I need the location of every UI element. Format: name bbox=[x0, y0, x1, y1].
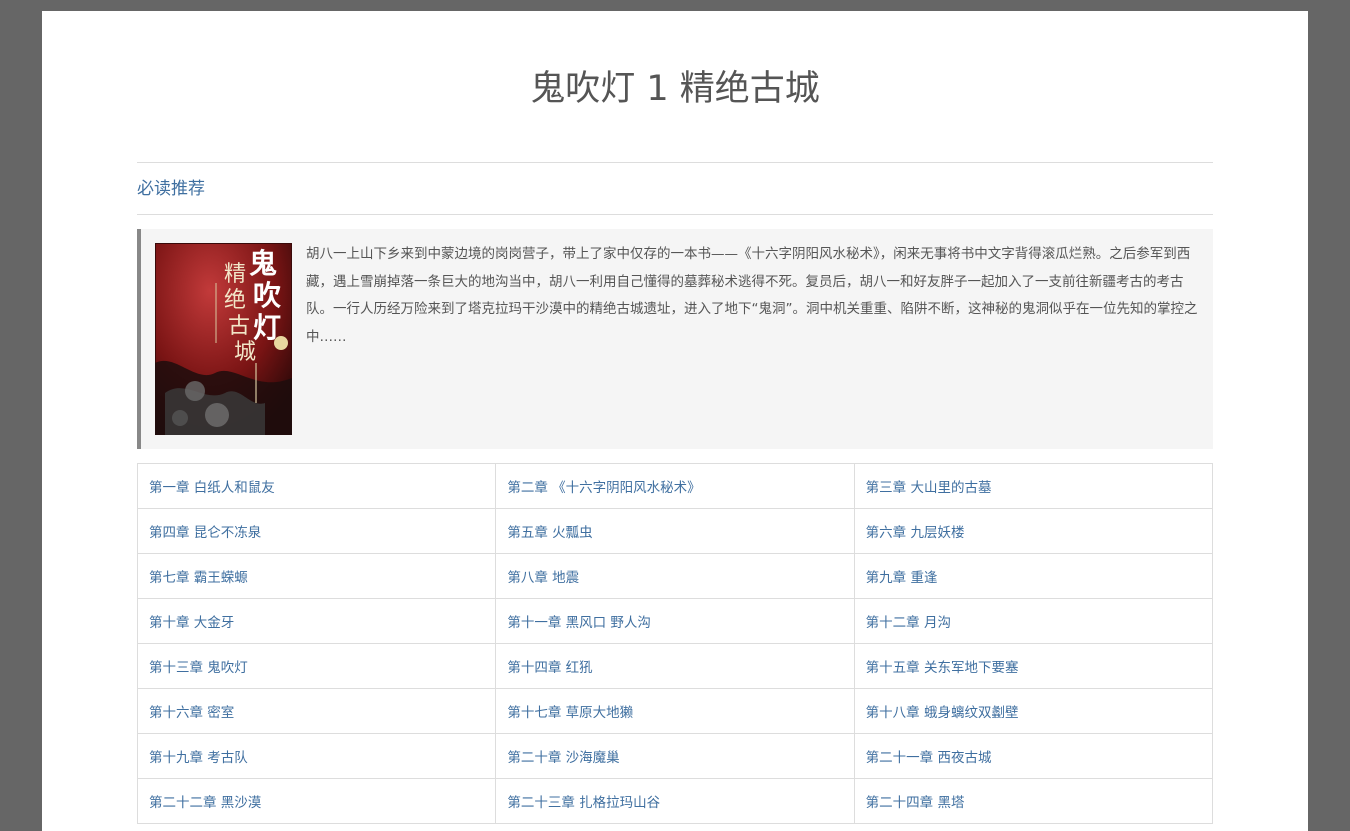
chapter-cell: 第二十二章 黑沙漠 bbox=[136, 778, 497, 824]
cover-char-4: 精 bbox=[224, 262, 246, 287]
cover-char-6: 古 bbox=[228, 314, 250, 339]
chapter-link[interactable]: 第十五章 关东军地下要塞 bbox=[866, 660, 1019, 676]
chapter-cell: 第十五章 关东军地下要塞 bbox=[853, 643, 1214, 689]
chapter-link[interactable]: 第十七章 草原大地獭 bbox=[507, 705, 633, 721]
chapter-cell: 第十三章 鬼吹灯 bbox=[136, 643, 497, 689]
chapter-link[interactable]: 第十一章 黑风口 野人沟 bbox=[507, 615, 651, 631]
chapter-link[interactable]: 第五章 火瓢虫 bbox=[507, 525, 592, 541]
chapter-link[interactable]: 第一章 白纸人和鼠友 bbox=[149, 480, 275, 496]
chapter-link[interactable]: 第二十一章 西夜古城 bbox=[866, 750, 992, 766]
chapter-cell: 第十二章 月沟 bbox=[853, 598, 1214, 644]
chapter-cell: 第一章 白纸人和鼠友 bbox=[136, 463, 497, 509]
chapter-row: 第七章 霸王蝾螈 第八章 地震 第九章 重逢 bbox=[136, 553, 1214, 599]
chapter-link[interactable]: 第七章 霸王蝾螈 bbox=[149, 570, 248, 586]
divider-top bbox=[137, 162, 1213, 163]
chapter-link[interactable]: 第十章 大金牙 bbox=[149, 615, 234, 631]
chapter-link[interactable]: 第十四章 红犼 bbox=[507, 660, 592, 676]
chapter-link[interactable]: 第二十四章 黑塔 bbox=[866, 795, 965, 811]
chapter-link[interactable]: 第二章 《十六字阴阳风水秘术》 bbox=[507, 480, 700, 496]
chapter-link[interactable]: 第十九章 考古队 bbox=[149, 750, 248, 766]
chapter-cell: 第二十章 沙海魔巢 bbox=[495, 733, 855, 779]
cover-char-1: 鬼 bbox=[249, 247, 277, 280]
chapter-link[interactable]: 第十二章 月沟 bbox=[866, 615, 951, 631]
chapter-link[interactable]: 第三章 大山里的古墓 bbox=[866, 480, 992, 496]
book-cover-image: 鬼 吹 灯 精 绝 古 城 bbox=[155, 243, 292, 435]
chapter-link[interactable]: 第四章 昆仑不冻泉 bbox=[149, 525, 261, 541]
chapter-cell: 第十一章 黑风口 野人沟 bbox=[495, 598, 855, 644]
chapter-link[interactable]: 第九章 重逢 bbox=[866, 570, 938, 586]
chapter-link[interactable]: 第十八章 蛾身螭纹双劙壁 bbox=[866, 705, 1019, 721]
chapter-link[interactable]: 第十六章 密室 bbox=[149, 705, 234, 721]
cover-char-2: 吹 bbox=[253, 279, 281, 312]
chapter-link[interactable]: 第六章 九层妖楼 bbox=[866, 525, 965, 541]
chapter-row: 第十六章 密室 第十七章 草原大地獭 第十八章 蛾身螭纹双劙壁 bbox=[136, 688, 1214, 734]
chapter-row: 第十三章 鬼吹灯 第十四章 红犼 第十五章 关东军地下要塞 bbox=[136, 643, 1214, 689]
content-column: 鬼吹灯 1 精绝古城 必读推荐 鬼 吹 灯 精 绝 古 城 胡八一上山下乡来到中… bbox=[136, 11, 1214, 824]
chapter-row: 第四章 昆仑不冻泉 第五章 火瓢虫 第六章 九层妖楼 bbox=[136, 508, 1214, 554]
chapter-cell: 第十九章 考古队 bbox=[136, 733, 497, 779]
chapter-row: 第十章 大金牙 第十一章 黑风口 野人沟 第十二章 月沟 bbox=[136, 598, 1214, 644]
chapter-cell: 第七章 霸王蝾螈 bbox=[136, 553, 497, 599]
chapter-cell: 第二十三章 扎格拉玛山谷 bbox=[495, 778, 855, 824]
chapter-cell: 第五章 火瓢虫 bbox=[495, 508, 855, 554]
chapter-cell: 第六章 九层妖楼 bbox=[853, 508, 1214, 554]
cover-char-7: 城 bbox=[234, 340, 256, 365]
chapter-cell: 第二十四章 黑塔 bbox=[853, 778, 1214, 824]
chapter-cell: 第十八章 蛾身螭纹双劙壁 bbox=[853, 688, 1214, 734]
chapter-cell: 第九章 重逢 bbox=[853, 553, 1214, 599]
cover-char-5: 绝 bbox=[224, 288, 246, 313]
book-title: 鬼吹灯 1 精绝古城 bbox=[530, 69, 820, 109]
chapter-cell: 第二章 《十六字阴阳风水秘术》 bbox=[495, 463, 855, 509]
chapter-cell: 第二十一章 西夜古城 bbox=[853, 733, 1214, 779]
chapter-link[interactable]: 第二十二章 黑沙漠 bbox=[149, 795, 261, 811]
chapter-cell: 第三章 大山里的古墓 bbox=[853, 463, 1214, 509]
chapter-table: 第一章 白纸人和鼠友 第二章 《十六字阴阳风水秘术》 第三章 大山里的古墓第四章 昆… bbox=[136, 463, 1214, 824]
chapter-link[interactable]: 第八章 地震 bbox=[507, 570, 579, 586]
chapter-cell: 第十章 大金牙 bbox=[136, 598, 497, 644]
cover-char-3: 灯 bbox=[253, 311, 281, 344]
chapter-cell: 第十四章 红犼 bbox=[495, 643, 855, 689]
chapter-cell: 第十七章 草原大地獭 bbox=[495, 688, 855, 734]
chapter-row: 第二十二章 黑沙漠 第二十三章 扎格拉玛山谷 第二十四章 黑塔 bbox=[136, 778, 1214, 824]
section-heading-recommended[interactable]: 必读推荐 bbox=[137, 177, 205, 201]
chapter-row: 第十九章 考古队 第二十章 沙海魔巢 第二十一章 西夜古城 bbox=[136, 733, 1214, 779]
chapter-cell: 第四章 昆仑不冻泉 bbox=[136, 508, 497, 554]
chapter-cell: 第十六章 密室 bbox=[136, 688, 497, 734]
chapter-link[interactable]: 第二十三章 扎格拉玛山谷 bbox=[507, 795, 660, 811]
divider-bottom bbox=[137, 214, 1213, 215]
book-summary: 胡八一上山下乡来到中蒙边境的岗岗营子，带上了家中仅存的一本书——《十六字阴阳风水… bbox=[306, 246, 1198, 345]
chapter-link[interactable]: 第二十章 沙海魔巢 bbox=[507, 750, 619, 766]
chapter-link[interactable]: 第十三章 鬼吹灯 bbox=[149, 660, 248, 676]
chapter-cell: 第八章 地震 bbox=[495, 553, 855, 599]
chapter-row: 第一章 白纸人和鼠友 第二章 《十六字阴阳风水秘术》 第三章 大山里的古墓 bbox=[136, 463, 1214, 509]
page-container: 鬼吹灯 1 精绝古城 必读推荐 鬼 吹 灯 精 绝 古 城 胡八一上山下乡来到中… bbox=[42, 11, 1308, 831]
book-intro-panel: 鬼 吹 灯 精 绝 古 城 胡八一上山下乡来到中蒙边境的岗岗营子，带上了家中仅存… bbox=[137, 229, 1213, 449]
